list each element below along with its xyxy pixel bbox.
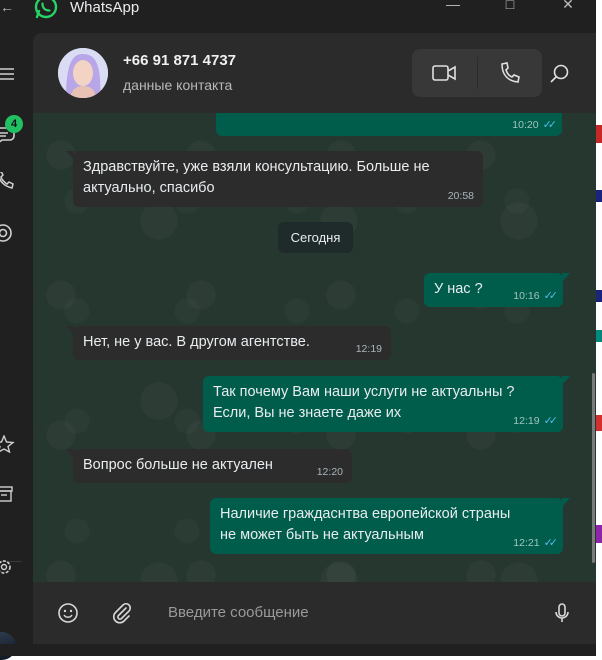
- message-time: 12:20: [316, 466, 343, 478]
- settings-icon[interactable]: [0, 558, 18, 576]
- archive-icon[interactable]: [0, 485, 18, 503]
- chat-panel: +66 91 871 4737 данные контакта 10:20✓✓: [33, 33, 596, 644]
- voice-call-icon[interactable]: [477, 49, 542, 97]
- title-bar: ← WhatsApp — □ ✕: [0, 0, 596, 30]
- message-bubble-outgoing[interactable]: У нас ? 10:16 ✓✓: [424, 273, 570, 307]
- message-text: Здравствуйте, уже взяли консультацию. Бо…: [83, 159, 430, 196]
- message-text: Так почему Вам наши услуги не актуальны …: [213, 384, 515, 421]
- message-list[interactable]: 10:20 ✓✓ Здравствуйте, уже взяли консульт…: [33, 113, 596, 582]
- emoji-icon[interactable]: [56, 601, 80, 625]
- menu-icon[interactable]: [0, 65, 18, 83]
- read-ticks-icon: ✓✓: [542, 119, 558, 131]
- message-input[interactable]: Введите сообщение: [168, 604, 309, 621]
- search-icon[interactable]: [549, 63, 571, 85]
- date-separator: Сегодня: [278, 222, 353, 253]
- contact-avatar[interactable]: [58, 48, 108, 98]
- message-bubble-incoming[interactable]: Вопрос больше не актуален 12:20: [66, 449, 352, 483]
- video-call-icon[interactable]: [412, 49, 477, 97]
- read-ticks-icon: ✓✓: [543, 537, 559, 549]
- message-time: 20:58: [447, 190, 474, 202]
- read-ticks-icon: ✓✓: [543, 415, 559, 427]
- message-time: 12:19: [355, 343, 382, 355]
- message-text: Нет, не у вас. В другом агентстве.: [83, 334, 310, 350]
- message-bubble-outgoing[interactable]: 10:20 ✓✓: [216, 113, 562, 136]
- microphone-icon[interactable]: [550, 601, 574, 625]
- close-icon[interactable]: ✕: [558, 0, 578, 12]
- message-bubble-incoming[interactable]: Здравствуйте, уже взяли консультацию. Бо…: [66, 151, 483, 207]
- status-icon[interactable]: [0, 224, 18, 242]
- message-scrollbar[interactable]: [592, 373, 595, 563]
- chat-header[interactable]: +66 91 871 4737 данные контакта: [33, 33, 596, 113]
- message-bubble-outgoing[interactable]: Наличие граждаснтва европейской страны н…: [210, 498, 570, 554]
- message-time: 10:16: [513, 290, 540, 302]
- whatsapp-window: ← WhatsApp — □ ✕ 4 +66 91 871 4737 данны…: [0, 0, 596, 660]
- unread-badge: 4: [5, 115, 23, 133]
- message-time: 12:21: [513, 537, 540, 549]
- minimize-icon[interactable]: —: [443, 0, 463, 12]
- read-ticks-icon: ✓✓: [543, 290, 559, 302]
- message-text: Наличие граждаснтва европейской страны н…: [220, 506, 511, 543]
- attach-icon[interactable]: [110, 601, 134, 625]
- message-bubble-incoming[interactable]: Нет, не у вас. В другом агентстве. 12:19: [66, 326, 391, 360]
- app-title: WhatsApp: [70, 0, 140, 16]
- background-window-edge: [596, 0, 602, 656]
- back-arrow-icon[interactable]: ←: [0, 0, 14, 16]
- starred-icon[interactable]: [0, 435, 18, 453]
- message-text: Вопрос больше не актуален: [83, 457, 273, 473]
- maximize-icon[interactable]: □: [500, 0, 520, 12]
- window-bottom-edge: [0, 644, 596, 656]
- contact-name: +66 91 871 4737: [123, 52, 237, 69]
- call-buttons-group: [412, 49, 542, 97]
- whatsapp-logo-icon: [34, 0, 58, 19]
- message-time: 12:19: [513, 415, 540, 427]
- contact-info-link[interactable]: данные контакта: [123, 77, 232, 93]
- message-time: 10:20: [512, 119, 539, 131]
- calls-icon[interactable]: [0, 172, 18, 190]
- message-bubble-outgoing[interactable]: Так почему Вам наши услуги не актуальны …: [203, 376, 570, 432]
- composer-bar: Введите сообщение: [33, 582, 596, 644]
